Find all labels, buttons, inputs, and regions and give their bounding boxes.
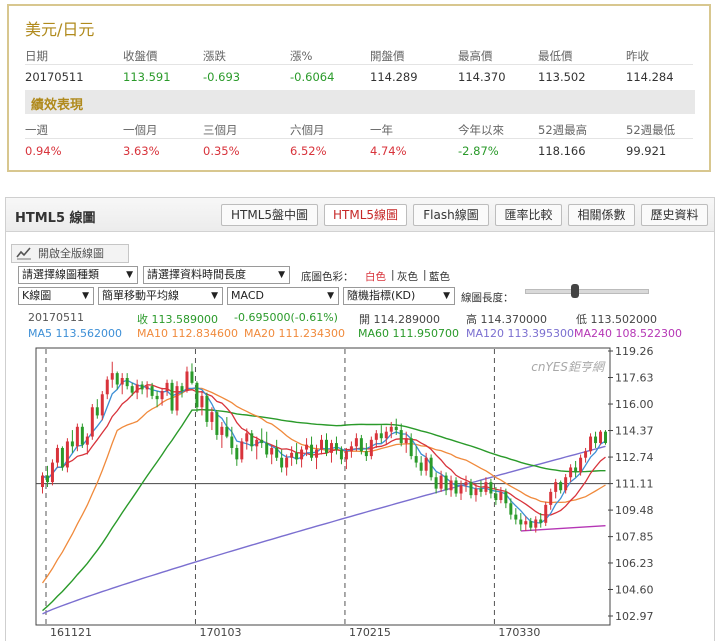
chart-line-icon <box>16 246 32 265</box>
bg-separator: | <box>423 269 427 281</box>
value-open: 114.289 <box>370 70 418 84</box>
chart-length-slider-handle[interactable] <box>571 284 579 298</box>
perf-header-52w-low: 52週最低 <box>626 123 676 137</box>
quote-value-row: 20170511 113.591 -0.693 -0.6064 114.289 … <box>25 67 693 87</box>
value-close: 113.591 <box>123 70 171 84</box>
quote-header-row: 日期 收盤價 漲跌 漲% 開盤價 最高價 最低價 昨收 <box>25 45 693 65</box>
value-low: 113.502 <box>538 70 586 84</box>
perf-value-ytd: -2.87% <box>458 144 499 158</box>
tab-html5-chart[interactable]: HTML5線圖 <box>324 204 407 226</box>
value-change-pct: -0.6064 <box>290 70 335 84</box>
header-date: 日期 <box>25 49 48 63</box>
chart-panel: HTML5 線圖 HTML5盤中圖 HTML5線圖 Flash線圖 匯率比較 相… <box>5 197 715 641</box>
info-ma60: MA60 111.950700 <box>358 327 459 340</box>
info-ma10: MA10 112.834600 <box>137 327 238 340</box>
info-open: 開 114.289000 <box>359 313 440 326</box>
dropdown-arrow-icon: ▼ <box>327 291 334 301</box>
info-low: 低 113.502000 <box>576 313 657 326</box>
info-ma5: MA5 113.562000 <box>28 327 122 340</box>
ma-type-select[interactable]: 簡單移動平均線 ▼ <box>98 287 223 305</box>
dropdown-arrow-icon: ▼ <box>126 270 133 280</box>
tab-fx-compare[interactable]: 匯率比較 <box>495 204 562 226</box>
perf-header-1w: 一週 <box>25 123 48 137</box>
header-close: 收盤價 <box>123 49 158 63</box>
bg-color-label: 底圖色彩： <box>301 271 354 283</box>
tab-correlation[interactable]: 相關係數 <box>568 204 635 226</box>
header-change: 漲跌 <box>203 49 226 63</box>
performance-title: 績效表現 <box>31 98 84 113</box>
perf-header-52w-high: 52週最高 <box>538 123 588 137</box>
tab-flash-chart[interactable]: Flash線圖 <box>413 204 489 226</box>
performance-header-row: 一週 一個月 三個月 六個月 一年 今年以來 52週最高 52週最低 <box>25 119 693 139</box>
dropdown-arrow-icon: ▼ <box>443 291 450 301</box>
bg-blue-link[interactable]: 藍色 <box>429 269 450 284</box>
header-change-pct: 漲% <box>290 49 313 63</box>
bg-gray-link[interactable]: 灰色 <box>397 269 418 284</box>
info-ma20: MA20 111.234300 <box>244 327 345 340</box>
kline-select[interactable]: K線圖 ▼ <box>18 287 94 305</box>
dropdown-arrow-icon: ▼ <box>211 291 218 301</box>
value-date: 20170511 <box>25 70 84 84</box>
header-prev-close: 昨收 <box>626 49 649 63</box>
dropdown-arrow-icon: ▼ <box>82 291 89 301</box>
period-value: 請選擇資料時間長度 <box>147 268 246 281</box>
chart-type-select[interactable]: 請選擇線圖種類 ▼ <box>18 266 138 284</box>
bg-separator: | <box>391 269 395 281</box>
perf-header-1m: 一個月 <box>123 123 158 137</box>
perf-header-1y: 一年 <box>370 123 393 137</box>
header-open: 開盤價 <box>370 49 405 63</box>
dropdown-arrow-icon: ▼ <box>278 270 285 280</box>
indicator-value: MACD <box>231 289 264 302</box>
random-indicator-select[interactable]: 隨機指標(KD) ▼ <box>343 287 455 305</box>
tab-history[interactable]: 歷史資料 <box>641 204 708 226</box>
chart-panel-header: HTML5 線圖 HTML5盤中圖 HTML5線圖 Flash線圖 匯率比較 相… <box>6 198 714 232</box>
perf-value-6m: 6.52% <box>290 144 327 158</box>
ma-type-value: 簡單移動平均線 <box>102 289 179 302</box>
quote-box: 美元/日元 日期 收盤價 漲跌 漲% 開盤價 最高價 最低價 昨收 201705… <box>7 4 711 172</box>
value-change: -0.693 <box>203 70 241 84</box>
period-select[interactable]: 請選擇資料時間長度 ▼ <box>143 266 290 284</box>
perf-value-3m: 0.35% <box>203 144 240 158</box>
performance-value-row: 0.94% 3.63% 0.35% 6.52% 4.74% -2.87% 118… <box>25 141 693 161</box>
random-indicator-value: 隨機指標(KD) <box>347 289 416 302</box>
tab-html5-intraday[interactable]: HTML5盤中圖 <box>221 204 318 226</box>
value-high: 114.370 <box>458 70 506 84</box>
perf-value-1m: 3.63% <box>123 144 160 158</box>
info-close: 收 113.589000 <box>137 313 218 326</box>
perf-header-ytd: 今年以來 <box>458 123 504 137</box>
info-ma120: MA120 113.395300 <box>466 327 574 340</box>
info-high: 高 114.370000 <box>466 313 547 326</box>
quote-title: 美元/日元 <box>25 20 95 39</box>
kline-value: K線圖 <box>22 289 52 302</box>
perf-header-6m: 六個月 <box>290 123 325 137</box>
open-full-chart-label: 開啟全版線圖 <box>38 247 104 260</box>
header-high: 最高價 <box>458 49 493 63</box>
perf-value-52w-high: 118.166 <box>538 144 586 158</box>
perf-value-1y: 4.74% <box>370 144 407 158</box>
chart-panel-title: HTML5 線圖 <box>15 211 96 226</box>
info-change: -0.695000(-0.61%) <box>234 311 338 324</box>
info-ma240: MA240 108.522300 <box>574 327 682 340</box>
chart-length-label: 線圖長度： <box>461 292 514 304</box>
chart-type-value: 請選擇線圖種類 <box>22 268 99 281</box>
indicator-select[interactable]: MACD ▼ <box>227 287 339 305</box>
open-full-chart-button[interactable]: 開啟全版線圖 <box>11 244 129 263</box>
performance-section-bar: 績效表現 <box>25 90 695 114</box>
header-low: 最低價 <box>538 49 573 63</box>
bg-white-link[interactable]: 白色 <box>365 269 386 284</box>
perf-header-3m: 三個月 <box>203 123 238 137</box>
perf-value-1w: 0.94% <box>25 144 62 158</box>
value-prev-close: 114.284 <box>626 70 674 84</box>
info-date: 20170511 <box>28 311 84 324</box>
perf-value-52w-low: 99.921 <box>626 144 667 158</box>
chart-length-slider-track[interactable] <box>525 289 649 294</box>
